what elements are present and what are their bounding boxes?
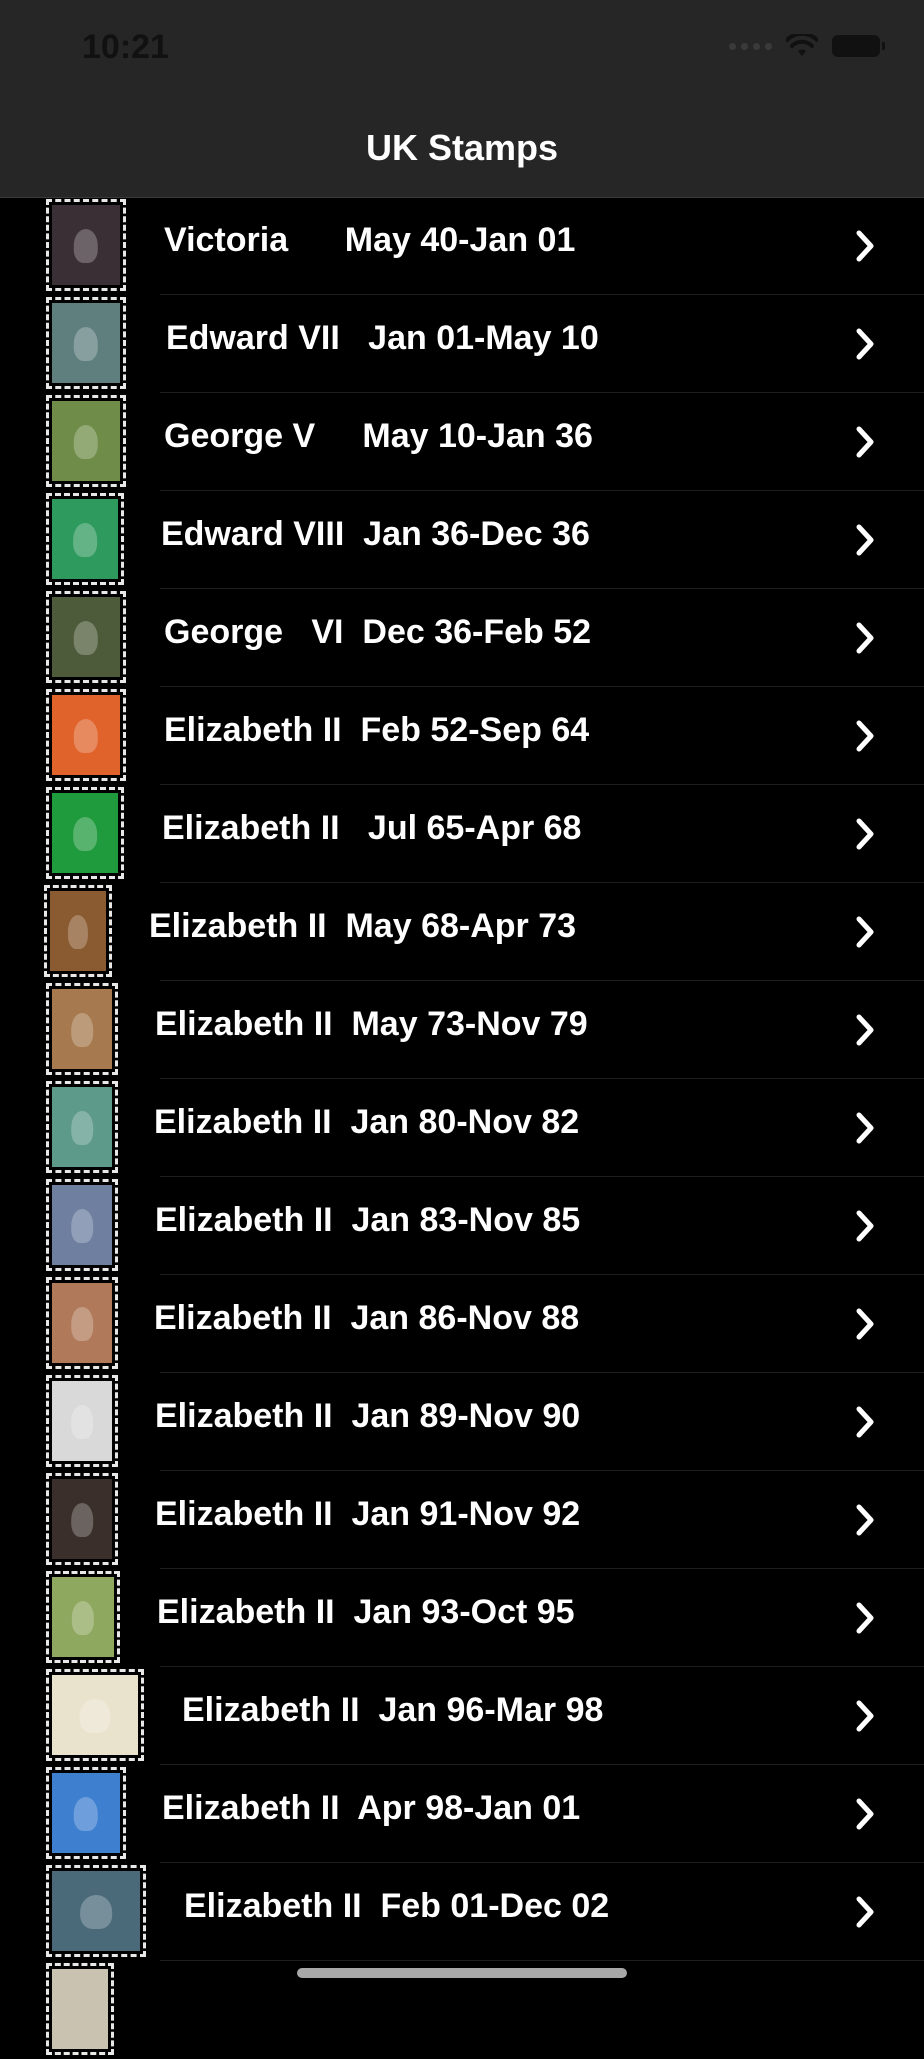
list-item[interactable]: Elizabeth II Apr 98-Jan 01: [0, 1765, 924, 1863]
chevron-right-icon: [856, 524, 874, 556]
chevron-right-icon: [856, 1308, 874, 1340]
stamp-thumbnail: [46, 297, 126, 389]
list-item-label: Elizabeth II May 73-Nov 79: [155, 1005, 588, 1043]
list-item[interactable]: Edward VIII Jan 36-Dec 36: [0, 491, 924, 589]
list-item[interactable]: Elizabeth II Jan 91-Nov 92: [0, 1471, 924, 1569]
list-item-label: Elizabeth II Jan 96-Mar 98: [182, 1691, 604, 1729]
list-item-label: Elizabeth II Jan 93-Oct 95: [157, 1593, 575, 1631]
chevron-right-icon: [856, 1210, 874, 1242]
stamp-thumbnail: [46, 493, 124, 585]
chevron-right-icon: [856, 1504, 874, 1536]
stamp-thumbnail: [46, 983, 118, 1075]
stamp-era-list[interactable]: Victoria May 40-Jan 01 Edward VII Jan 01-…: [0, 197, 924, 2059]
stamp-thumbnail: [46, 395, 126, 487]
status-time: 10:21: [82, 28, 169, 66]
list-item-label: Elizabeth II Jan 80-Nov 82: [154, 1103, 580, 1141]
chevron-right-icon: [856, 1896, 874, 1928]
stamp-thumbnail: [46, 1571, 120, 1663]
stamp-thumbnail: [46, 1963, 114, 2055]
chevron-right-icon: [856, 1700, 874, 1732]
chevron-right-icon: [856, 1014, 874, 1046]
chevron-right-icon: [856, 1602, 874, 1634]
list-item-label: George V May 10-Jan 36: [164, 417, 593, 455]
list-item[interactable]: Victoria May 40-Jan 01: [0, 197, 924, 295]
list-item[interactable]: Elizabeth II Jul 65-Apr 68: [0, 785, 924, 883]
list-item-label: Edward VIII Jan 36-Dec 36: [161, 515, 590, 553]
stamp-thumbnail: [46, 199, 126, 291]
stamp-thumbnail: [44, 885, 112, 977]
chevron-right-icon: [856, 1112, 874, 1144]
list-item-label: George VI Dec 36-Feb 52: [164, 613, 592, 651]
list-item-label: Elizabeth II Jan 89-Nov 90: [155, 1397, 581, 1435]
status-bar: 10:21: [0, 0, 924, 100]
cellular-signal-icon: [729, 42, 772, 50]
list-item[interactable]: Elizabeth II Feb 01-Dec 02: [0, 1863, 924, 1961]
home-indicator[interactable]: [297, 1968, 627, 1978]
list-item[interactable]: George VI Dec 36-Feb 52: [0, 589, 924, 687]
list-item[interactable]: Elizabeth II Feb 52-Sep 64: [0, 687, 924, 785]
list-item[interactable]: George V May 10-Jan 36: [0, 393, 924, 491]
list-item-label: Elizabeth II Jan 91-Nov 92: [155, 1495, 581, 1533]
stamp-thumbnail: [46, 1081, 118, 1173]
stamp-thumbnail: [46, 689, 126, 781]
list-item-label: Elizabeth II Apr 98-Jan 01: [162, 1789, 581, 1827]
chevron-right-icon: [856, 818, 874, 850]
stamp-thumbnail: [46, 1669, 144, 1761]
chevron-right-icon: [856, 622, 874, 654]
stamp-thumbnail: [46, 1473, 118, 1565]
chevron-right-icon: [856, 1406, 874, 1438]
wifi-icon: [786, 34, 818, 56]
list-item[interactable]: Elizabeth II May 68-Apr 73: [0, 883, 924, 981]
list-item[interactable]: Elizabeth II Jan 86-Nov 88: [0, 1275, 924, 1373]
list-item[interactable]: Elizabeth II Jan 83-Nov 85: [0, 1177, 924, 1275]
list-item[interactable]: Elizabeth II Jan 93-Oct 95: [0, 1569, 924, 1667]
chevron-right-icon: [856, 1798, 874, 1830]
list-item-label: Elizabeth II Jan 83-Nov 85: [155, 1201, 581, 1239]
chevron-right-icon: [856, 916, 874, 948]
stamp-thumbnail: [46, 591, 126, 683]
chevron-right-icon: [856, 328, 874, 360]
page-title: UK Stamps: [365, 126, 559, 168]
stamp-thumbnail: [46, 1179, 118, 1271]
list-item[interactable]: Edward VII Jan 01-May 10: [0, 295, 924, 393]
status-indicators: [729, 34, 885, 58]
list-item-label: Victoria May 40-Jan 01: [164, 221, 576, 259]
list-item[interactable]: Elizabeth II May 73-Nov 79: [0, 981, 924, 1079]
list-item-label: Elizabeth II Feb 52-Sep 64: [164, 711, 590, 749]
navigation-bar: UK Stamps: [0, 100, 924, 198]
list-item-label: Elizabeth II Jul 65-Apr 68: [162, 809, 582, 847]
battery-icon: [832, 35, 885, 57]
stamp-thumbnail: [46, 1375, 118, 1467]
stamp-thumbnail: [46, 1277, 118, 1369]
list-item-label: Elizabeth II Feb 01-Dec 02: [184, 1887, 610, 1925]
list-item[interactable]: Elizabeth II Jan 96-Mar 98: [0, 1667, 924, 1765]
chevron-right-icon: [856, 230, 874, 262]
chevron-right-icon: [856, 426, 874, 458]
list-item[interactable]: Elizabeth II Jan 80-Nov 82: [0, 1079, 924, 1177]
stamp-thumbnail: [46, 787, 124, 879]
list-item[interactable]: Elizabeth II Jan 89-Nov 90: [0, 1373, 924, 1471]
list-item-label: Elizabeth II May 68-Apr 73: [149, 907, 577, 945]
list-item-label: Elizabeth II Jan 86-Nov 88: [154, 1299, 580, 1337]
stamp-thumbnail: [46, 1865, 146, 1957]
list-item-label: Edward VII Jan 01-May 10: [166, 319, 599, 357]
stamp-thumbnail: [46, 1767, 126, 1859]
chevron-right-icon: [856, 720, 874, 752]
